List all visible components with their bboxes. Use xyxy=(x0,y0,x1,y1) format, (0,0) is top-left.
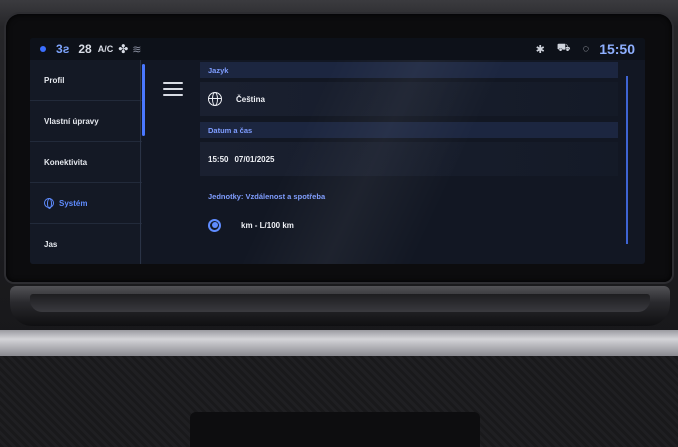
sidebar-item-label: Profil xyxy=(44,75,65,85)
seat-heat-icon: ƨ xyxy=(62,42,70,56)
section-header-language: Jazyk xyxy=(200,62,618,78)
sidebar-item-system[interactable]: Systém xyxy=(30,183,142,224)
sidebar-item-vlastni-upravy[interactable]: Vlastní úpravy xyxy=(30,101,142,142)
temperature-display[interactable]: 28 xyxy=(78,42,91,56)
settings-content: Jazyk Čeština Datum a čas 15:50 07/01/20… xyxy=(200,60,645,264)
section-header-units: Jednotky: Vzdálenost a spotřeba xyxy=(208,191,326,201)
sidebar-item-label: Jas xyxy=(44,240,58,249)
language-value: Čeština xyxy=(236,94,265,104)
status-dot-icon xyxy=(40,46,46,52)
infotainment-screen: 3ƨ 28 A/C ✤ ≋ ✱ ⛟ ◌ 15:50 Profil Vlastní… xyxy=(30,38,645,264)
hamburger-menu-icon[interactable] xyxy=(163,82,183,98)
dashboard-lip xyxy=(30,294,650,312)
language-row[interactable]: Čeština xyxy=(200,82,618,116)
signal-icon: ◌ xyxy=(582,43,590,55)
datetime-time: 15:50 xyxy=(208,154,229,164)
sidebar-item-label: Konektivita xyxy=(44,157,88,167)
settings-sidebar: Profil Vlastní úpravy Konektivita Systém… xyxy=(30,60,142,264)
units-option-row[interactable]: km - L/100 km xyxy=(200,208,618,242)
car-interior: 3ƨ 28 A/C ✤ ≋ ✱ ⛟ ◌ 15:50 Profil Vlastní… xyxy=(0,0,678,447)
units-option-label: km - L/100 km xyxy=(241,220,294,230)
silver-trim-strip xyxy=(0,330,678,356)
sidebar-scroll-indicator[interactable] xyxy=(142,64,145,136)
radio-selected-icon[interactable] xyxy=(208,218,221,232)
globe-icon xyxy=(44,198,54,209)
datetime-date: 07/01/2025 xyxy=(234,154,275,164)
sidebar-item-jas[interactable]: Jas xyxy=(30,224,142,264)
seat-heat-indicator[interactable]: 3ƨ xyxy=(56,42,69,56)
bluetooth-icon: ✱ xyxy=(535,43,545,56)
sidebar-item-profil[interactable]: Profil xyxy=(30,60,142,101)
rear-defrost-icon[interactable]: ≋ xyxy=(132,43,141,56)
content-scrollbar[interactable] xyxy=(626,76,628,244)
clock: 15:50 xyxy=(599,41,635,57)
sidebar-item-label: Vlastní úpravy xyxy=(44,116,99,126)
datetime-row[interactable]: 15:50 07/01/2025 xyxy=(200,142,618,176)
ac-label[interactable]: A/C xyxy=(98,44,114,54)
sidebar-item-konektivita[interactable]: Konektivita xyxy=(30,142,142,183)
globe-icon xyxy=(208,92,222,106)
status-bar: 3ƨ 28 A/C ✤ ≋ ✱ ⛟ ◌ 15:50 xyxy=(30,38,645,60)
sidebar-divider xyxy=(140,60,141,264)
fan-icon[interactable]: ✤ xyxy=(118,42,128,56)
section-header-datetime: Datum a čas xyxy=(200,122,618,138)
sidebar-item-label: Systém xyxy=(59,198,88,208)
dashboard-vent xyxy=(190,412,480,447)
car-connect-icon: ⛟ xyxy=(556,42,571,54)
